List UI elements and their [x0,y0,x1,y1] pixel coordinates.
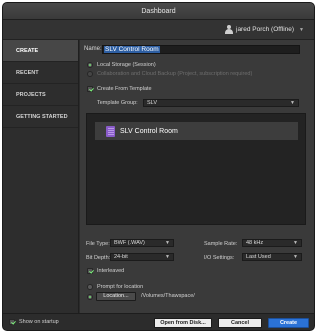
bit-depth-value: 24-bit [114,254,128,260]
footer-bar: Show on startup Open from Disk... Cancel… [3,313,314,330]
create-from-template-checkbox[interactable]: Create From Template [87,86,152,92]
interleaved-label: Interleaved [97,268,125,274]
io-settings-label: I/O Settings: [204,255,235,261]
chevron-down-icon: ▼ [165,240,170,246]
template-item-label: SLV Control Room [120,127,178,135]
template-list: SLV Control Room [86,113,306,225]
user-name: jared Porch (Offline) [236,26,295,33]
io-settings-value: Last Used [246,254,271,260]
template-group-label: Template Group: [97,100,138,106]
checkmark-icon [9,319,15,325]
session-document-icon [106,125,115,137]
sidebar-item-create[interactable]: CREATE [3,40,78,62]
user-bar: jared Porch (Offline) ▼ [3,20,314,40]
location-button[interactable]: Location... [96,292,136,301]
sample-rate-label: Sample Rate: [204,241,238,247]
chevron-down-icon: ▼ [293,254,298,260]
file-type-select[interactable]: BWF (.WAV) ▼ [110,239,174,247]
template-group-select[interactable]: SLV ▼ [143,99,299,107]
bit-depth-select[interactable]: 24-bit ▼ [110,253,174,261]
radio-icon [87,294,93,300]
show-on-startup-checkbox[interactable]: Show on startup [9,319,59,325]
file-type-label: File Type: [86,241,110,247]
io-settings-select[interactable]: Last Used ▼ [242,253,302,261]
window-title: Dashboard [3,3,314,20]
chevron-down-icon: ▼ [299,26,304,33]
cloud-storage-label: Collaboration and Cloud Backup (Project,… [97,71,253,77]
radio-icon [87,71,93,77]
prompt-for-location-label: Prompt for location [97,284,144,290]
bit-depth-label: Bit Depth: [86,255,111,261]
sidebar: CREATE RECENT PROJECTS GETTING STARTED [3,40,79,313]
local-storage-label: Local Storage (Session) [97,62,156,68]
name-input[interactable]: SLV Control Room [102,45,300,54]
template-item[interactable]: SLV Control Room [95,122,298,140]
create-panel: Name: SLV Control Room Local Storage (Se… [80,40,314,313]
template-group-value: SLV [147,100,157,106]
file-type-value: BWF (.WAV) [114,240,145,246]
name-value: SLV Control Room [104,46,160,53]
user-menu[interactable]: jared Porch (Offline) ▼ [225,25,304,34]
chevron-down-icon: ▼ [293,240,298,246]
show-on-startup-label: Show on startup [19,319,59,325]
checkmark-icon [87,268,93,274]
checkmark-icon [87,86,93,92]
local-storage-option[interactable]: Local Storage (Session) [87,62,156,68]
name-label: Name: [84,46,102,52]
cloud-storage-option[interactable]: Collaboration and Cloud Backup (Project,… [87,71,252,77]
cancel-button[interactable]: Cancel [218,318,262,328]
sample-rate-value: 48 kHz [246,240,264,246]
prompt-for-location-option[interactable]: Prompt for location [87,284,143,290]
person-icon [225,25,233,34]
sidebar-item-projects[interactable]: PROJECTS [3,84,78,106]
open-from-disk-button[interactable]: Open from Disk... [154,318,212,328]
radio-icon [87,284,93,290]
chevron-down-icon: ▼ [290,100,295,106]
sidebar-item-recent[interactable]: RECENT [3,62,78,84]
radio-icon [87,62,93,68]
dashboard-window: Dashboard jared Porch (Offline) ▼ CREATE… [2,2,315,331]
location-option[interactable] [87,294,93,300]
location-path: /Volumes/Thawspace/ [141,293,195,299]
chevron-down-icon: ▼ [165,254,170,260]
create-from-template-label: Create From Template [97,86,152,92]
sample-rate-select[interactable]: 48 kHz ▼ [242,239,302,247]
interleaved-checkbox[interactable]: Interleaved [87,268,124,274]
sidebar-item-getting-started[interactable]: GETTING STARTED [3,106,78,128]
create-button[interactable]: Create [268,318,309,328]
